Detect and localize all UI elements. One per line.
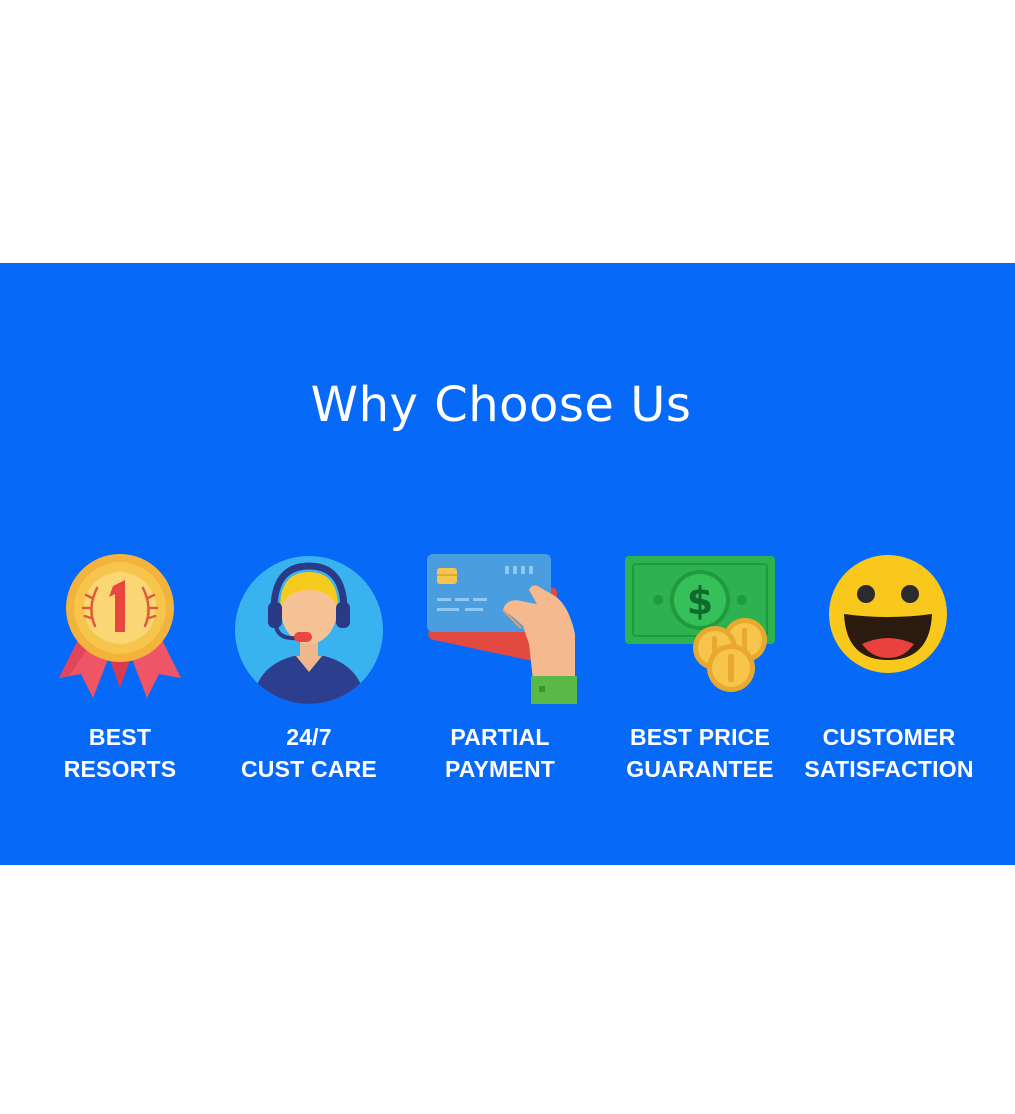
feature-label-line2: SATISFACTION (804, 756, 974, 782)
feature-label: CUSTOMER SATISFACTION (794, 721, 984, 785)
feature-label-line1: BEST PRICE (629, 724, 771, 750)
section-title: Why Choose Us (310, 377, 692, 433)
feature-customer-satisfaction: CUSTOMER SATISFACTION (794, 548, 984, 788)
feature-label: BEST RESORTS (25, 721, 215, 785)
gold-medal-icon (59, 554, 181, 698)
feature-label-line2: PAYMENT (444, 756, 556, 782)
feature-best-price-guarantee: $ BEST PRICE GUARANTEE (605, 548, 795, 788)
feature-label: PARTIAL PAYMENT (405, 721, 595, 785)
smiley-face-icon (829, 555, 947, 673)
feature-label-line2: CUST CARE (241, 756, 377, 782)
feature-label: BEST PRICE GUARANTEE (605, 721, 795, 785)
feature-partial-payment: PARTIAL PAYMENT (405, 548, 595, 788)
credit-card-payment-icon (427, 554, 577, 704)
money-banknote-coins-icon: $ (625, 556, 775, 692)
feature-label-line1: CUSTOMER (822, 724, 956, 750)
feature-label-line2: RESORTS (63, 756, 177, 782)
feature-label-line1: BEST (88, 724, 152, 750)
customer-support-headset-icon (235, 556, 383, 704)
feature-best-resorts: BEST RESORTS (25, 548, 215, 788)
feature-label-line2: GUARANTEE (626, 756, 774, 782)
svg-text:$: $ (687, 579, 713, 623)
feature-label: 24/7 CUST CARE (214, 721, 404, 785)
feature-label-line1: PARTIAL (450, 724, 550, 750)
feature-cust-care: 24/7 CUST CARE (214, 548, 404, 788)
feature-label-line1: 24/7 (286, 724, 332, 750)
